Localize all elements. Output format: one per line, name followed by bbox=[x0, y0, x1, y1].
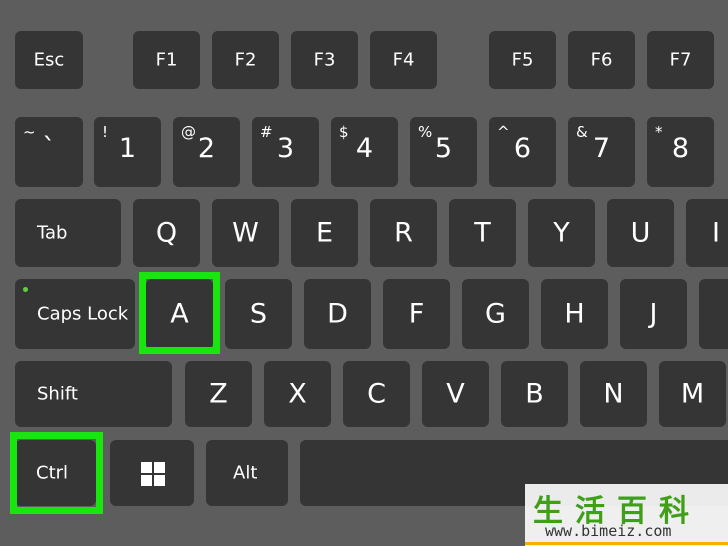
key-i[interactable]: I bbox=[686, 199, 728, 267]
key-x[interactable]: X bbox=[264, 361, 331, 427]
key-t[interactable]: T bbox=[449, 199, 516, 267]
key-label: Esc bbox=[33, 49, 65, 71]
key-caps-lock[interactable]: Caps Lock bbox=[15, 279, 135, 349]
key-esc[interactable]: Esc bbox=[15, 31, 83, 89]
key-j[interactable]: J bbox=[620, 279, 687, 349]
key-label: B bbox=[525, 378, 544, 410]
key-label: S bbox=[249, 298, 268, 330]
key-b[interactable]: B bbox=[501, 361, 568, 427]
key-g[interactable]: G bbox=[462, 279, 529, 349]
key-label: Caps Lock bbox=[37, 303, 129, 325]
key-label: Y bbox=[553, 217, 570, 249]
key-label: D bbox=[327, 298, 348, 330]
key-label: F3 bbox=[313, 49, 336, 71]
key-4[interactable]: $ 4 bbox=[331, 117, 398, 187]
key-label: C bbox=[367, 378, 386, 410]
key-label: U bbox=[630, 217, 651, 249]
key-2[interactable]: @ 2 bbox=[173, 117, 240, 187]
key-label: F4 bbox=[392, 49, 415, 71]
key-f2[interactable]: F2 bbox=[212, 31, 279, 89]
key-f5[interactable]: F5 bbox=[489, 31, 556, 89]
key-8[interactable]: * 8 bbox=[647, 117, 714, 187]
key-label: I bbox=[712, 217, 720, 249]
key-5[interactable]: % 5 bbox=[410, 117, 477, 187]
key-main-symbol: 7 bbox=[592, 133, 611, 164]
key-n[interactable]: N bbox=[580, 361, 647, 427]
key-k-partial[interactable] bbox=[699, 279, 728, 349]
key-h[interactable]: H bbox=[541, 279, 608, 349]
key-label: F5 bbox=[511, 49, 534, 71]
key-s[interactable]: S bbox=[225, 279, 292, 349]
watermark-url: www.bimeiz.com bbox=[545, 522, 672, 540]
key-label: V bbox=[446, 378, 465, 410]
key-label: Z bbox=[209, 378, 228, 410]
key-label: F bbox=[408, 298, 425, 330]
key-main-symbol: 2 bbox=[197, 133, 216, 164]
key-label: E bbox=[315, 217, 334, 249]
watermark: 生活百科 www.bimeiz.com bbox=[525, 484, 728, 546]
key-label: F2 bbox=[234, 49, 257, 71]
key-label: G bbox=[485, 298, 506, 330]
key-shift[interactable]: Shift bbox=[15, 361, 172, 427]
key-f4[interactable]: F4 bbox=[370, 31, 437, 89]
key-windows[interactable] bbox=[110, 440, 194, 506]
key-label: Alt bbox=[233, 462, 258, 484]
highlight-ctrl-key bbox=[10, 432, 103, 514]
highlight-a-key bbox=[139, 272, 220, 354]
key-1[interactable]: ! 1 bbox=[94, 117, 161, 187]
caps-lock-indicator-light bbox=[23, 287, 28, 292]
key-e[interactable]: E bbox=[291, 199, 358, 267]
key-main-symbol: 4 bbox=[355, 133, 374, 164]
key-z[interactable]: Z bbox=[185, 361, 252, 427]
key-r[interactable]: R bbox=[370, 199, 437, 267]
key-label: F7 bbox=[669, 49, 692, 71]
key-label: X bbox=[288, 378, 307, 410]
key-6[interactable]: ^ 6 bbox=[489, 117, 556, 187]
key-3[interactable]: # 3 bbox=[252, 117, 319, 187]
watermark-bar bbox=[525, 542, 728, 545]
key-label: H bbox=[564, 298, 585, 330]
key-main-symbol: 3 bbox=[276, 133, 295, 164]
key-backtick[interactable]: ~ ` bbox=[15, 117, 83, 187]
key-main-symbol: 6 bbox=[513, 133, 532, 164]
key-main-symbol: 5 bbox=[434, 133, 453, 164]
key-alt[interactable]: Alt bbox=[206, 440, 288, 506]
key-f1[interactable]: F1 bbox=[133, 31, 200, 89]
key-f[interactable]: F bbox=[383, 279, 450, 349]
key-label: Tab bbox=[37, 222, 68, 244]
key-m[interactable]: M bbox=[659, 361, 726, 427]
key-label: N bbox=[603, 378, 624, 410]
key-v[interactable]: V bbox=[422, 361, 489, 427]
key-q[interactable]: Q bbox=[133, 199, 200, 267]
key-label: M bbox=[680, 378, 705, 410]
key-f3[interactable]: F3 bbox=[291, 31, 358, 89]
key-f7[interactable]: F7 bbox=[647, 31, 714, 89]
key-label: F1 bbox=[155, 49, 178, 71]
key-label: Q bbox=[155, 217, 178, 249]
key-d[interactable]: D bbox=[304, 279, 371, 349]
key-u[interactable]: U bbox=[607, 199, 674, 267]
key-label: W bbox=[232, 217, 259, 249]
key-label: T bbox=[474, 217, 491, 249]
key-label: Shift bbox=[37, 383, 78, 405]
key-main-symbol: 1 bbox=[118, 133, 137, 164]
key-label: R bbox=[394, 217, 413, 249]
key-c[interactable]: C bbox=[343, 361, 410, 427]
key-label: J bbox=[649, 298, 658, 330]
key-7[interactable]: & 7 bbox=[568, 117, 635, 187]
key-label: F6 bbox=[590, 49, 613, 71]
key-w[interactable]: W bbox=[212, 199, 279, 267]
key-tab[interactable]: Tab bbox=[15, 199, 121, 267]
key-main-symbol: ` bbox=[42, 133, 56, 164]
windows-logo-icon bbox=[141, 462, 165, 486]
key-f6[interactable]: F6 bbox=[568, 31, 635, 89]
key-main-symbol: 8 bbox=[671, 133, 690, 164]
key-y[interactable]: Y bbox=[528, 199, 595, 267]
